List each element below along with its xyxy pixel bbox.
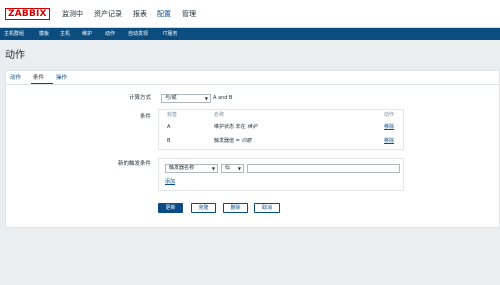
condition-remove-a-link[interactable]: 移除 bbox=[384, 124, 394, 131]
menu-inventory[interactable]: 资产记录 bbox=[94, 9, 122, 19]
submenu-it-services[interactable]: IT服务 bbox=[163, 30, 178, 38]
clone-button[interactable]: 克隆 bbox=[191, 203, 216, 213]
condition-name-b: 触发器值 = 问题 bbox=[214, 138, 252, 144]
menu-administration[interactable]: 管理 bbox=[182, 9, 196, 19]
submenu-templates[interactable]: 模板 bbox=[39, 30, 49, 38]
add-condition-link[interactable]: 添加 bbox=[165, 179, 175, 186]
calc-type-select[interactable]: 与/或 ▼ bbox=[161, 94, 211, 103]
new-condition-box: 触发器名称 ▼ 似 ▼ 添加 bbox=[158, 158, 404, 191]
chevron-down-icon: ▼ bbox=[211, 166, 215, 171]
submenu-maintenance[interactable]: 维护 bbox=[82, 30, 92, 38]
calc-type-label: 计算方式 bbox=[128, 95, 151, 101]
menu-reports[interactable]: 报表 bbox=[133, 9, 147, 19]
top-navigation-bar: ZABBIX 监测中 资产记录 报表 配置 管理 bbox=[0, 0, 500, 28]
cancel-button[interactable]: 取消 bbox=[254, 203, 280, 213]
submenu-host-groups[interactable]: 主机群组 bbox=[4, 30, 24, 38]
tab-operations[interactable]: 操作 bbox=[56, 74, 67, 82]
new-condition-value-input[interactable] bbox=[247, 164, 400, 173]
tab-action[interactable]: 动作 bbox=[10, 74, 21, 82]
conditions-header-name: 名称 bbox=[214, 112, 225, 118]
chevron-down-icon: ▼ bbox=[204, 96, 208, 101]
conditions-label: 条件 bbox=[139, 114, 151, 120]
new-condition-operator-value: 似 bbox=[225, 165, 231, 171]
calc-type-value: 与/或 bbox=[165, 95, 177, 101]
menu-configuration[interactable]: 配置 bbox=[157, 9, 171, 19]
delete-button[interactable]: 删除 bbox=[223, 203, 248, 213]
sub-navigation-bar: 主机群组 模板 主机 维护 动作 自动发现 IT服务 bbox=[0, 28, 500, 40]
condition-tag-a: A bbox=[167, 124, 171, 130]
tabs-divider bbox=[6, 84, 499, 85]
submenu-discovery[interactable]: 自动发现 bbox=[128, 30, 148, 38]
zabbix-logo[interactable]: ZABBIX bbox=[5, 8, 50, 20]
submenu-hosts[interactable]: 主机 bbox=[60, 30, 70, 38]
chevron-down-icon: ▼ bbox=[237, 166, 241, 171]
conditions-header-action: 动作 bbox=[384, 112, 395, 118]
calc-expression: A and B bbox=[213, 95, 233, 101]
condition-name-a: 维护状态 非在 维护 bbox=[214, 124, 258, 130]
conditions-table: 标签 名称 动作 A 维护状态 非在 维护 移除 B 触发器值 = 问题 移除 bbox=[158, 109, 404, 150]
update-button[interactable]: 更新 bbox=[158, 203, 183, 213]
new-condition-type-select[interactable]: 触发器名称 ▼ bbox=[165, 164, 218, 173]
condition-tag-b: B bbox=[167, 138, 171, 144]
action-form-panel: 动作 条件 操作 计算方式 与/或 ▼ A and B 条件 标签 名称 动作 … bbox=[5, 70, 500, 228]
conditions-header-tag: 标签 bbox=[167, 112, 178, 118]
condition-remove-b-link[interactable]: 移除 bbox=[384, 138, 394, 145]
new-condition-operator-select[interactable]: 似 ▼ bbox=[221, 164, 244, 173]
new-condition-label: 新的触发条件 bbox=[117, 161, 151, 167]
page-title: 动作 bbox=[5, 50, 25, 61]
new-condition-type-value: 触发器名称 bbox=[169, 165, 195, 171]
submenu-actions[interactable]: 动作 bbox=[105, 30, 115, 38]
menu-monitoring[interactable]: 监测中 bbox=[62, 9, 83, 19]
tab-conditions[interactable]: 条件 bbox=[33, 74, 44, 82]
